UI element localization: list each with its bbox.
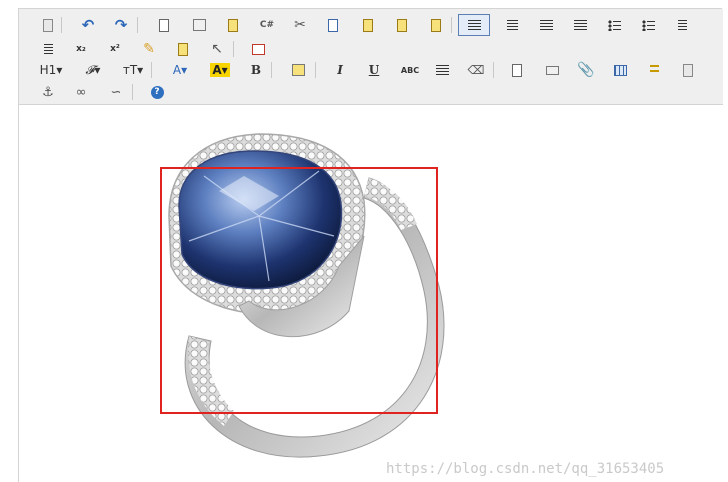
underline-icon[interactable]: U <box>363 59 385 81</box>
highlight-color-swatch: A▾ <box>210 63 230 77</box>
paste-text-icon[interactable] <box>391 14 413 36</box>
print-icon[interactable] <box>188 14 210 36</box>
clear-format-icon[interactable]: ✎ <box>138 38 160 60</box>
preview-icon[interactable] <box>153 14 175 36</box>
fullscreen-icon[interactable] <box>247 38 269 60</box>
strikethrough-icon[interactable]: ABC <box>397 59 423 81</box>
paste-word-icon[interactable] <box>425 14 447 36</box>
toolbar-separator <box>315 62 316 78</box>
copy-icon[interactable] <box>322 14 344 36</box>
source-icon[interactable] <box>37 14 59 36</box>
bullet-list-icon[interactable] <box>637 14 659 36</box>
toolbar-separator <box>132 84 133 100</box>
bold-icon[interactable]: B <box>245 59 267 81</box>
indent-icon[interactable] <box>671 14 693 36</box>
font-size-dropdown[interactable]: тT▾ <box>119 59 147 81</box>
link-icon[interactable]: ∞ <box>70 81 92 103</box>
template-icon[interactable] <box>222 14 244 36</box>
toolbar-row-1: ↶ ↷ C# ✂ <box>19 14 723 36</box>
numbered-list-icon[interactable] <box>603 14 625 36</box>
superscript-icon[interactable]: x² <box>104 38 126 60</box>
eraser-icon[interactable]: ⌫ <box>465 59 487 81</box>
pointer-icon[interactable]: ↖ <box>206 38 228 60</box>
toolbar-separator <box>137 17 138 33</box>
editor-toolbar: ↶ ↷ C# ✂ x₂ x² ✎ ↖ H1▾ 𝓕▾ тT▾ A▾ A▾ B I … <box>19 9 723 105</box>
watermark-text: https://blog.csdn.net/qq_31653405 <box>386 461 665 477</box>
help-icon[interactable]: ? <box>146 81 168 103</box>
redo-icon[interactable]: ↷ <box>110 14 132 36</box>
unlink-icon[interactable]: ∽ <box>105 81 127 103</box>
select-all-icon[interactable] <box>172 38 194 60</box>
paste-icon[interactable] <box>357 14 379 36</box>
heading-dropdown[interactable]: H1▾ <box>37 59 65 81</box>
outdent-icon[interactable] <box>37 38 59 60</box>
toolbar-separator <box>451 17 452 33</box>
italic-icon[interactable]: I <box>329 59 351 81</box>
insert-image-icon[interactable] <box>287 59 309 81</box>
toolbar-separator <box>233 41 234 57</box>
code-icon[interactable]: C# <box>256 14 278 36</box>
editor-content-area[interactable]: https://blog.csdn.net/qq_31653405 <box>19 106 723 482</box>
toolbar-row-3: H1▾ 𝓕▾ тT▾ A▾ A▾ B I U ABC ⌫ 📎 <box>19 59 723 81</box>
toolbar-separator <box>151 62 152 78</box>
anchor-icon[interactable]: ⚓ <box>37 81 59 103</box>
attachment-icon[interactable]: 📎 <box>575 59 597 81</box>
insert-row-icon[interactable] <box>643 59 665 81</box>
toolbar-row-4: ⚓ ∞ ∽ ? <box>19 81 723 103</box>
toolbar-separator <box>493 62 494 78</box>
highlight-color-dropdown[interactable]: A▾ <box>207 59 233 81</box>
toolbar-separator <box>61 17 62 33</box>
font-family-dropdown[interactable]: 𝓕▾ <box>80 59 106 81</box>
text-color-dropdown[interactable]: A▾ <box>167 59 193 81</box>
page-break-icon[interactable] <box>677 59 699 81</box>
rich-text-editor: ↶ ↷ C# ✂ x₂ x² ✎ ↖ H1▾ 𝓕▾ тT▾ A▾ A▾ B I … <box>18 8 723 482</box>
align-justify-icon[interactable] <box>569 14 591 36</box>
table-icon[interactable] <box>609 59 631 81</box>
undo-icon[interactable]: ↶ <box>77 14 99 36</box>
cut-icon[interactable]: ✂ <box>289 14 311 36</box>
align-right-icon[interactable] <box>535 14 557 36</box>
toolbar-separator <box>271 62 272 78</box>
toolbar-row-2: x₂ x² ✎ ↖ <box>19 38 723 60</box>
align-left-icon[interactable] <box>458 14 490 36</box>
image-selection-box[interactable] <box>160 167 438 414</box>
insert-link-icon[interactable] <box>506 59 528 81</box>
align-center-icon[interactable] <box>501 14 523 36</box>
video-icon[interactable] <box>541 59 563 81</box>
horizontal-rule-icon[interactable] <box>431 59 453 81</box>
subscript-icon[interactable]: x₂ <box>70 38 92 60</box>
